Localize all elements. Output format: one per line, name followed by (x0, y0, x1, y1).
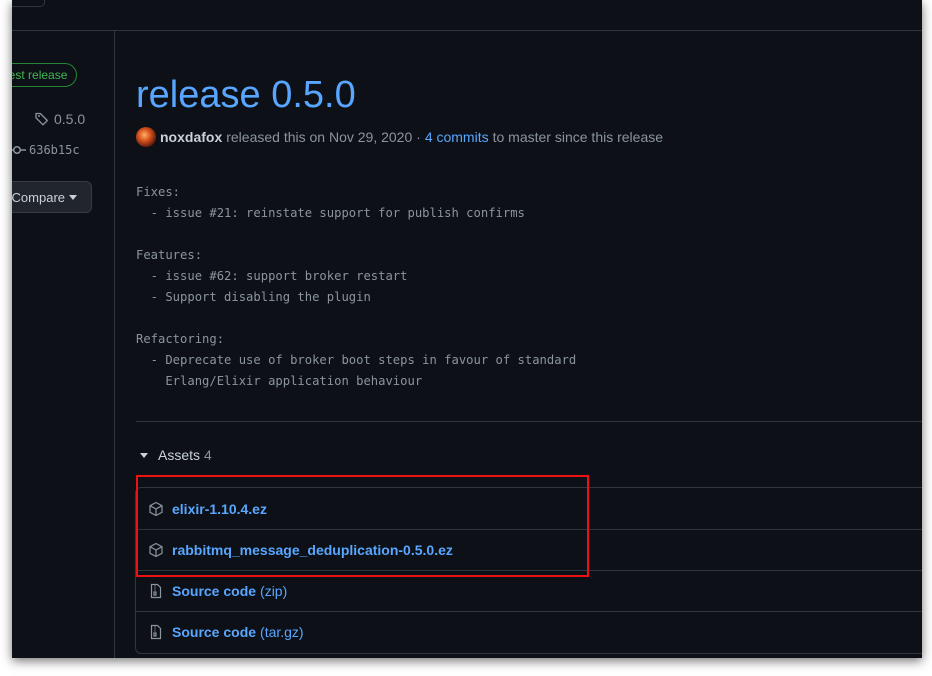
app-window: Latest release 0.5.0 636b15c Compare rel… (12, 0, 922, 658)
assets-count: 4 (204, 447, 212, 463)
released-text: released this on Nov 29, 2020 · (226, 129, 421, 145)
latest-release-badge: Latest release (12, 63, 78, 87)
asset-link[interactable]: rabbitmq_message_deduplication-0.5.0.ez (172, 542, 453, 558)
package-icon (149, 501, 163, 516)
assets-label: Assets (158, 447, 201, 463)
commit-link[interactable]: 636b15c (12, 142, 80, 158)
asset-suffix: (zip) (260, 583, 288, 599)
asset-link[interactable]: Source code (172, 583, 256, 599)
note-line: Refactoring: (136, 332, 225, 346)
note-line: Erlang/Elixir application behaviour (136, 374, 423, 388)
release-title[interactable]: release 0.5.0 (136, 72, 356, 118)
section-divider (136, 421, 922, 422)
release-notes: Fixes: - issue #21: reinstate support fo… (136, 182, 576, 392)
asset-row[interactable]: rabbitmq_message_deduplication-0.5.0.ez (136, 529, 922, 570)
author-link[interactable]: noxdafox (160, 129, 222, 145)
tag-icon (35, 112, 48, 126)
asset-row[interactable]: Source code (tar.gz) (136, 611, 922, 652)
asset-link[interactable]: Source code (172, 624, 256, 640)
release-byline: noxdafox released this on Nov 29, 2020 ·… (136, 126, 663, 148)
asset-list: elixir-1.10.4.ez rabbitmq_message_dedupl… (135, 487, 922, 654)
file-zip-icon (150, 583, 162, 599)
triangle-down-icon (140, 452, 148, 458)
asset-link[interactable]: elixir-1.10.4.ez (172, 501, 267, 517)
avatar[interactable] (136, 127, 156, 147)
note-line: Features: (136, 248, 203, 262)
top-bar (12, 0, 922, 31)
note-line: - Support disabling the plugin (136, 290, 371, 304)
asset-row[interactable]: Source code (zip) (136, 570, 922, 611)
package-icon (149, 542, 163, 558)
assets-toggle[interactable]: Assets 4 (140, 445, 212, 465)
asset-row[interactable]: elixir-1.10.4.ez (136, 488, 922, 529)
file-zip-icon (150, 624, 162, 640)
note-line: Fixes: (136, 185, 181, 199)
note-line: - Deprecate use of broker boot steps in … (136, 353, 577, 367)
commits-suffix: to master since this release (492, 129, 664, 145)
note-line: - issue #62: support broker restart (136, 269, 408, 283)
chevron-down-icon (69, 194, 77, 200)
tag-link[interactable]: 0.5.0 (34, 110, 85, 128)
top-bar-tab (12, 0, 45, 7)
compare-label: Compare (12, 189, 65, 205)
note-line: - issue #21: reinstate support for publi… (136, 206, 525, 220)
tag-label: 0.5.0 (54, 111, 86, 127)
compare-button[interactable]: Compare (12, 181, 92, 213)
commits-link[interactable]: 4 commits (425, 129, 489, 145)
asset-suffix: (tar.gz) (260, 624, 304, 640)
commit-icon (12, 145, 26, 155)
note-line (136, 308, 576, 329)
commit-sha: 636b15c (29, 143, 80, 157)
sidebar-divider (114, 31, 115, 658)
note-line (136, 224, 576, 245)
